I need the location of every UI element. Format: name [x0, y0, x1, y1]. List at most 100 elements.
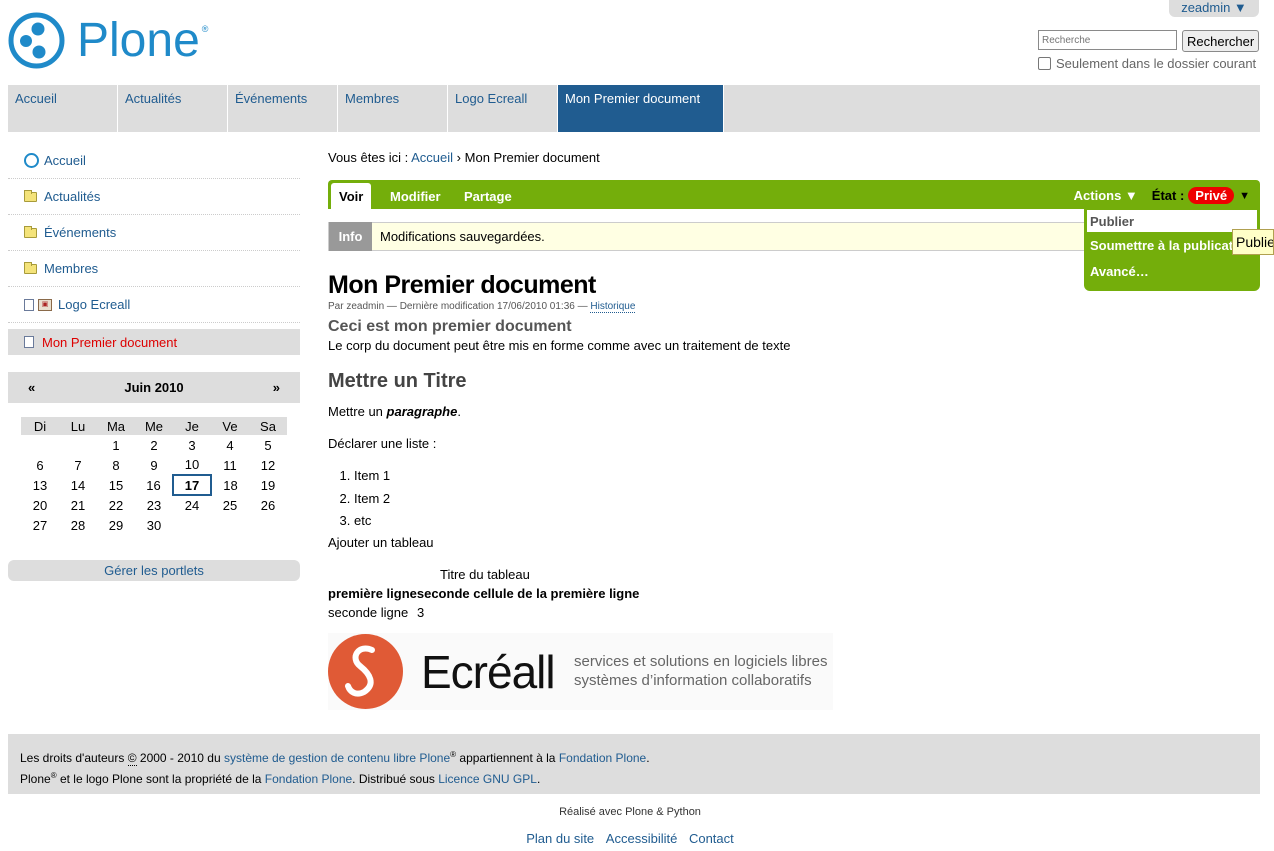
calendar-day: 24 — [184, 498, 200, 513]
nav-item-actualites[interactable]: Actualités — [8, 179, 300, 215]
body-heading: Mettre un Titre — [328, 370, 467, 392]
current-folder-checkbox[interactable] — [1038, 57, 1051, 70]
calendar-day: 8 — [112, 457, 120, 473]
calendar-grid: Di Lu Ma Me Je Ve Sa 1 2 3 4 5 6 7 8 9 1… — [21, 417, 287, 535]
calendar-next-button[interactable]: » — [273, 380, 280, 395]
content-views-bar: Voir Modifier Partage Actions ▼ État : P… — [328, 180, 1260, 209]
ecreall-name: Ecréall — [421, 646, 556, 698]
calendar-header: « Juin 2010 » — [8, 372, 300, 403]
document-description: Ceci est mon premier document — [328, 318, 572, 335]
ecreall-tagline-1: services et solutions en logiciels libre… — [574, 653, 828, 670]
plone-logo-icon — [8, 12, 65, 69]
footer-text: Plone — [20, 772, 51, 786]
nav-item-label: Mon Premier document — [42, 334, 178, 350]
page-title: Mon Premier document — [328, 271, 596, 299]
state-badge[interactable]: Privé — [1188, 187, 1235, 204]
accessibility-link[interactable]: Accessibilité — [606, 831, 678, 846]
tab-voir[interactable]: Voir — [331, 183, 372, 209]
image-icon: ▣ — [38, 298, 52, 311]
footer-text: appartiennent à la — [459, 751, 556, 765]
folder-icon — [24, 225, 37, 238]
gpl-license-link[interactable]: Licence GNU GPL — [438, 772, 537, 786]
calendar-month: Juin 2010 — [124, 380, 184, 395]
contact-link[interactable]: Contact — [689, 831, 734, 846]
plone-foundation-link[interactable]: Fondation Plone — [265, 772, 352, 786]
global-tab-membres[interactable]: Membres — [338, 85, 448, 132]
byline-text: Par zeadmin — Dernière modification 17/0… — [328, 301, 588, 312]
footer-line-2: Plone® et le logo Plone sont la propriét… — [20, 767, 1248, 788]
breadcrumb-prefix: Vous êtes ici : — [328, 150, 409, 165]
calendar-day: 2 — [150, 437, 158, 453]
global-tab-mon-premier-document[interactable]: Mon Premier document — [558, 85, 724, 132]
breadcrumb-home-link[interactable]: Accueil — [411, 150, 453, 165]
state-caret-icon[interactable]: ▼ — [1239, 190, 1250, 202]
nav-item-mon-premier-document[interactable]: Mon Premier document — [8, 329, 300, 355]
global-tab-actualites[interactable]: Actualités — [118, 85, 228, 132]
calendar-day — [21, 435, 59, 455]
global-tab-accueil[interactable]: Accueil — [8, 85, 118, 132]
breadcrumb-current: Mon Premier document — [464, 150, 600, 165]
document-byline: Par zeadmin — Dernière modification 17/0… — [328, 301, 636, 313]
registered-mark: ® — [50, 771, 57, 780]
calendar-day: 29 — [108, 517, 124, 533]
calendar-day: 10 — [184, 457, 200, 472]
plone-cms-link[interactable]: système de gestion de contenu libre Plon… — [224, 751, 450, 765]
calendar-day: 6 — [36, 457, 44, 473]
search-option-label: Seulement dans le dossier courant — [1056, 56, 1257, 71]
calendar-day: 15 — [108, 477, 124, 493]
nav-item-label: Membres — [44, 261, 99, 276]
calendar-weekday: Sa — [249, 417, 287, 435]
table-caption: Titre du tableau — [440, 567, 530, 582]
status-message-tag: Info — [329, 221, 372, 251]
calendar-day — [173, 515, 211, 535]
calendar-prev-button[interactable]: « — [28, 380, 35, 395]
global-tab-logo-ecreall[interactable]: Logo Ecreall — [448, 85, 558, 132]
sitemap-link[interactable]: Plan du site — [526, 831, 594, 846]
calendar-weekday: Di — [21, 417, 59, 435]
tab-modifier[interactable]: Modifier — [382, 183, 449, 209]
status-message: Info Modifications sauvegardées. — [328, 221, 1088, 251]
calendar-day: 9 — [150, 457, 158, 473]
plone-logo[interactable]: Plone ® — [8, 12, 208, 69]
folder-icon — [24, 261, 37, 274]
logo-registered: ® — [201, 24, 209, 34]
nav-item-accueil[interactable]: Accueil — [8, 143, 300, 179]
footer-text: . Distribué sous — [352, 772, 435, 786]
actions-menu[interactable]: Actions ▼ — [1074, 188, 1138, 203]
list-item: etc — [354, 513, 390, 536]
manage-portlets-link[interactable]: Gérer les portlets — [8, 560, 300, 581]
calendar-day: 4 — [226, 437, 234, 453]
user-menu[interactable]: zeadmin ▼ — [1169, 0, 1259, 17]
footer-text: Les droits d'auteurs — [20, 751, 125, 765]
calendar-portlet: « Juin 2010 » Di Lu Ma Me Je Ve Sa 1 2 3… — [8, 372, 300, 535]
nav-item-label: Actualités — [44, 189, 101, 204]
menu-item-avance[interactable]: Avancé… — [1084, 258, 1260, 284]
state-label: État : — [1151, 188, 1185, 203]
nav-item-evenements[interactable]: Événements — [8, 215, 300, 251]
plone-foundation-link[interactable]: Fondation Plone — [559, 751, 646, 765]
nav-item-logo-ecreall[interactable]: ▣ Logo Ecreall — [8, 287, 300, 323]
calendar-day-today[interactable]: 17 — [172, 474, 212, 496]
table-intro: Ajouter un tableau — [328, 535, 434, 550]
search-input[interactable] — [1038, 30, 1177, 50]
nav-item-label: Logo Ecreall — [58, 297, 131, 312]
calendar-day: 7 — [74, 457, 82, 473]
nav-item-membres[interactable]: Membres — [8, 251, 300, 287]
search-button[interactable]: Rechercher — [1182, 30, 1260, 52]
footer-text: . — [646, 751, 650, 765]
calendar-weekday: Ve — [211, 417, 249, 435]
footer-text: et le logo Plone sont la propriété de la — [59, 772, 262, 786]
calendar-day: 26 — [260, 497, 276, 513]
calendar-day: 14 — [70, 477, 86, 493]
paragraph-emphasis: paragraphe — [386, 404, 458, 419]
document-icon — [24, 298, 34, 311]
footer-text: . — [536, 772, 541, 786]
list-item: Item 1 — [354, 468, 390, 491]
calendar-day: 11 — [223, 457, 237, 473]
calendar-day: 3 — [188, 437, 196, 453]
global-tab-evenements[interactable]: Événements — [228, 85, 338, 132]
list-item: Item 2 — [354, 491, 390, 514]
calendar-day: 18 — [223, 477, 238, 493]
history-link[interactable]: Historique — [590, 301, 636, 313]
tab-partage[interactable]: Partage — [456, 183, 520, 209]
